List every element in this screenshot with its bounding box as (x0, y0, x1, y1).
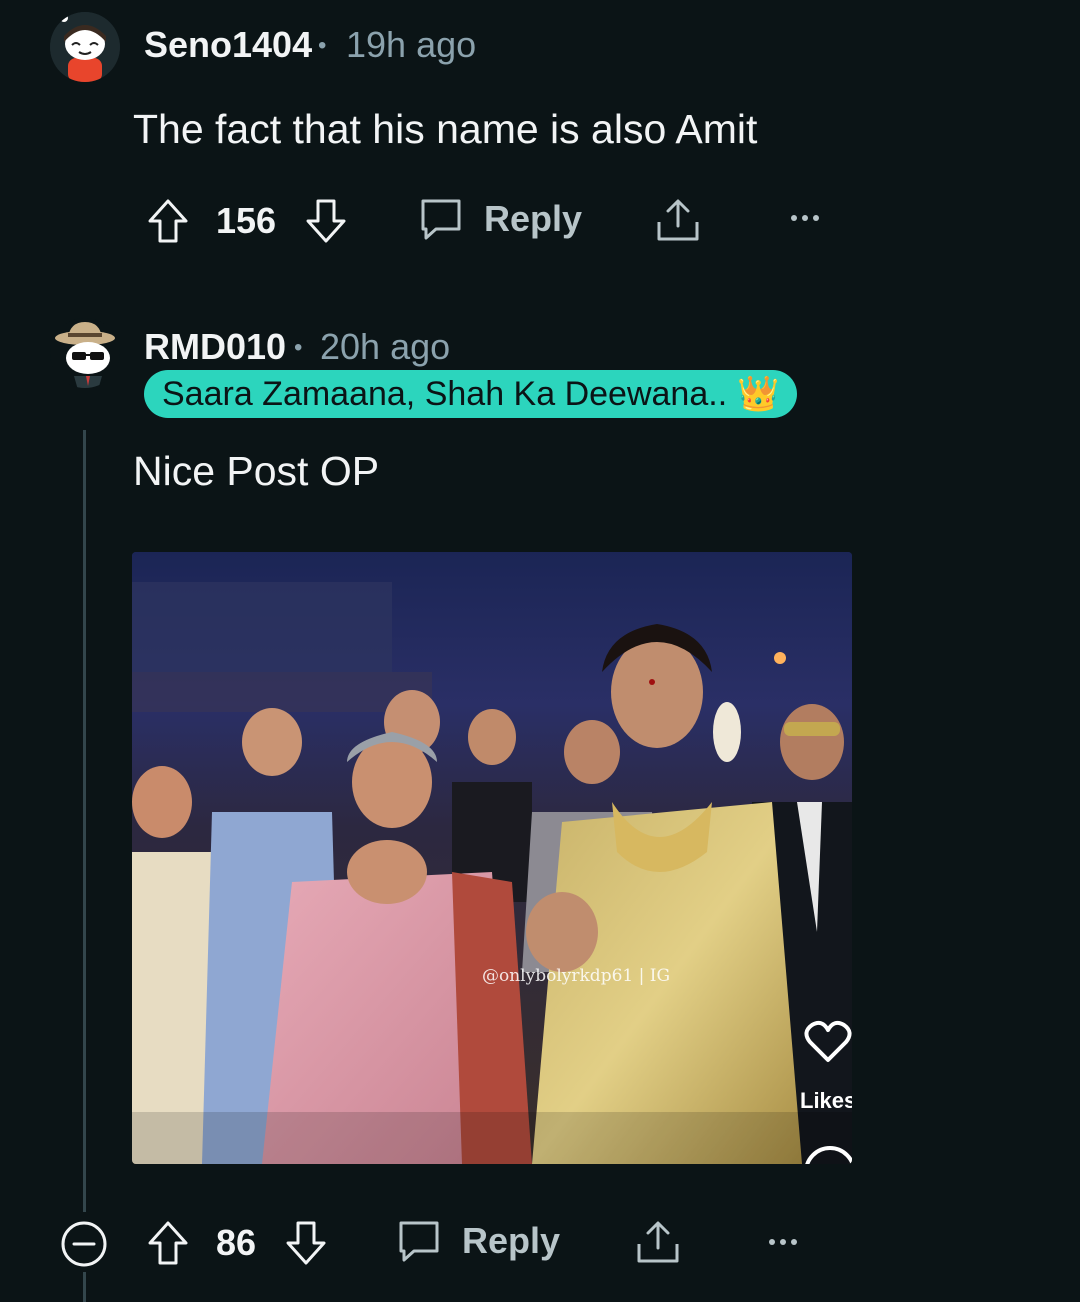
comment-icon (418, 196, 464, 242)
comment-text: Nice Post OP (133, 448, 380, 494)
username[interactable]: RMD010 (144, 326, 286, 368)
vote-count: 156 (216, 200, 277, 241)
media-image (132, 552, 852, 1164)
crown-icon: 👑 (737, 375, 780, 413)
user-avatar-rmd010[interactable] (50, 318, 120, 388)
reply-label: Reply (462, 1220, 561, 1261)
comment-icon (396, 1218, 442, 1264)
more-icon[interactable] (788, 210, 822, 226)
separator-dot: • (318, 32, 327, 59)
user-avatar-seno1404[interactable] (50, 12, 120, 82)
flair-text: Saara Zamaana, Shah Ka Deewana.. (162, 375, 728, 413)
reply-button[interactable]: Reply (418, 196, 582, 242)
collapse-icon[interactable] (60, 1220, 108, 1268)
thread-line[interactable] (83, 430, 86, 1212)
share-icon[interactable] (634, 1218, 682, 1266)
gif-media[interactable]: @onlybolyrkdp61 | IG Likes (132, 552, 852, 1164)
username[interactable]: Seno1404 (144, 24, 312, 66)
heart-icon (804, 1020, 852, 1064)
timestamp: 20h ago (320, 326, 451, 367)
separator-dot: • (294, 334, 303, 361)
upvote-icon[interactable] (146, 1220, 190, 1266)
vote-count: 86 (216, 1222, 257, 1263)
downvote-icon[interactable] (284, 1220, 328, 1266)
reply-button[interactable]: Reply (396, 1218, 560, 1264)
more-icon[interactable] (766, 1234, 800, 1250)
comment-text: The fact that his name is also Amit (133, 106, 758, 152)
reply-label: Reply (484, 198, 583, 239)
user-flair: Saara Zamaana, Shah Ka Deewana.. 👑 (144, 370, 798, 418)
media-watermark: @onlybolyrkdp61 | IG (482, 966, 671, 986)
downvote-icon[interactable] (304, 198, 348, 244)
upvote-icon[interactable] (146, 198, 190, 244)
timestamp: 19h ago (346, 24, 477, 65)
likes-label: Likes (800, 1088, 852, 1113)
snoo-detective-avatar-icon (55, 322, 115, 388)
thread-line-continued (83, 1272, 86, 1302)
share-icon[interactable] (654, 196, 702, 244)
snoo-avatar-icon (50, 12, 120, 82)
